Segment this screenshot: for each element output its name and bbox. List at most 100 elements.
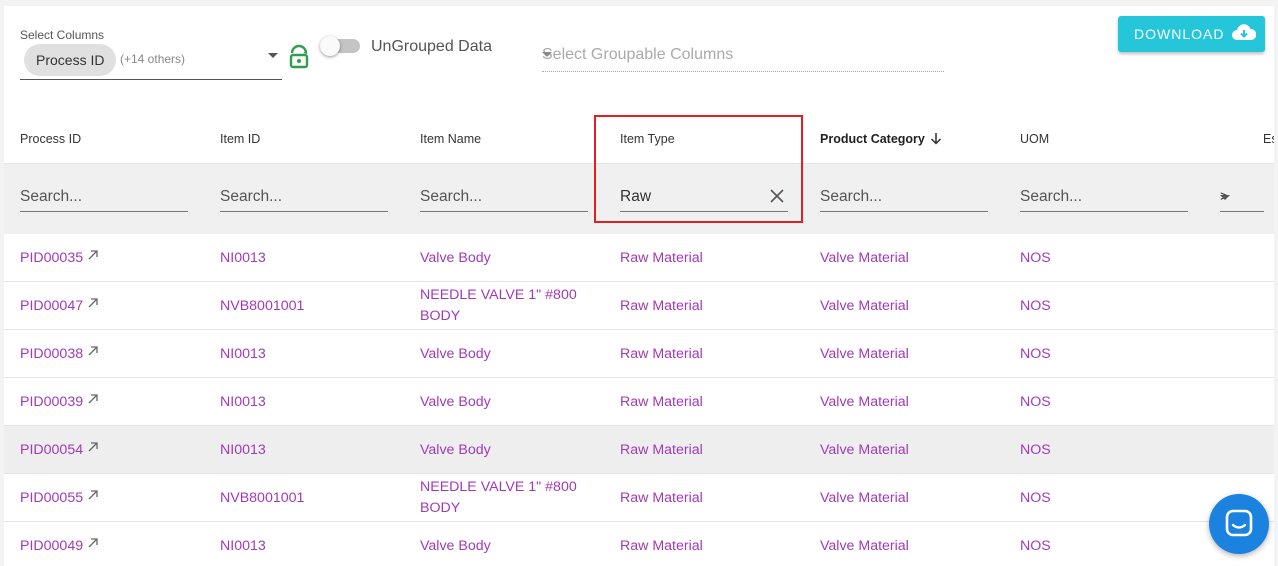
cell-product-category-text: Valve Material bbox=[820, 346, 909, 362]
cell-product-category: Valve Material bbox=[820, 536, 909, 557]
cell-item-name: Valve Body bbox=[420, 344, 491, 365]
cell-process-id-text: PID00055 bbox=[20, 490, 84, 506]
cell-product-category-text: Valve Material bbox=[820, 442, 909, 458]
filter-item-name[interactable] bbox=[420, 184, 588, 212]
download-button[interactable]: DOWNLOAD bbox=[1118, 16, 1265, 52]
cell-process-id-text: PID00054 bbox=[20, 442, 84, 458]
cell-process-id-text: PID00038 bbox=[20, 346, 84, 362]
cell-item-name-text: NEEDLE VALVE 1" #800 BODY bbox=[420, 287, 577, 324]
cell-product-category-text: Valve Material bbox=[820, 250, 909, 266]
search-input[interactable] bbox=[1020, 184, 1188, 210]
open-external-icon[interactable] bbox=[87, 249, 99, 261]
cell-item-id: NVB8001001 bbox=[220, 488, 304, 509]
cell-item-type-text: Raw Material bbox=[620, 394, 703, 410]
cell-item-type: Raw Material bbox=[620, 344, 703, 365]
open-external-icon[interactable] bbox=[87, 537, 99, 549]
cell-item-name: Valve Body bbox=[420, 392, 491, 413]
cell-process-id-text: PID00049 bbox=[20, 538, 84, 554]
open-external-icon[interactable] bbox=[87, 441, 99, 453]
cell-uom: NOS bbox=[1020, 392, 1051, 413]
cell-process-id[interactable]: PID00038 bbox=[20, 344, 99, 365]
table-row[interactable]: PID00054 NI0013 Valve Body Raw Material Valv… bbox=[4, 426, 1274, 474]
header-product-category-label: Product Category bbox=[820, 132, 925, 146]
cell-item-type: Raw Material bbox=[620, 296, 703, 317]
selected-column-chip[interactable]: Process ID bbox=[24, 44, 117, 76]
cell-process-id-text: PID00047 bbox=[20, 298, 84, 314]
arrow-down-icon bbox=[931, 133, 942, 145]
download-label: DOWNLOAD bbox=[1134, 26, 1225, 42]
chevron-down-icon[interactable] bbox=[1220, 195, 1230, 200]
cell-item-name-text: Valve Body bbox=[420, 538, 491, 554]
cell-item-type-text: Raw Material bbox=[620, 346, 703, 362]
filter-uom[interactable] bbox=[1020, 184, 1188, 212]
header-uom[interactable]: UOM bbox=[1020, 132, 1049, 146]
cell-item-type: Raw Material bbox=[620, 392, 703, 413]
cloud-download-icon bbox=[1232, 24, 1256, 40]
search-input[interactable] bbox=[420, 184, 588, 210]
cell-product-category-text: Valve Material bbox=[820, 490, 909, 506]
cell-item-type-text: Raw Material bbox=[620, 298, 703, 314]
header-process-id[interactable]: Process ID bbox=[20, 132, 81, 146]
chat-button[interactable] bbox=[1209, 494, 1269, 554]
ungrouped-data-toggle[interactable] bbox=[320, 36, 360, 56]
cell-item-name: NEEDLE VALVE 1" #800 BODY bbox=[420, 285, 590, 327]
filter-item-id[interactable] bbox=[220, 184, 388, 212]
chevron-down-icon[interactable] bbox=[268, 53, 278, 58]
cell-uom-text: NOS bbox=[1020, 250, 1051, 266]
cell-item-id-text: NI0013 bbox=[220, 538, 266, 554]
unlock-icon[interactable] bbox=[286, 44, 312, 70]
cell-process-id[interactable]: PID00055 bbox=[20, 488, 99, 509]
cell-product-category-text: Valve Material bbox=[820, 394, 909, 410]
table-row[interactable]: PID00055 NVB8001001 NEEDLE VALVE 1" #800 B… bbox=[4, 474, 1274, 522]
open-external-icon[interactable] bbox=[87, 345, 99, 357]
header-es[interactable]: Es bbox=[1263, 132, 1274, 146]
table-row[interactable]: PID00047 NVB8001001 NEEDLE VALVE 1" #800 B… bbox=[4, 282, 1274, 330]
search-input[interactable] bbox=[220, 184, 388, 210]
cell-process-id-text: PID00035 bbox=[20, 250, 84, 266]
open-external-icon[interactable] bbox=[87, 393, 99, 405]
cell-uom: NOS bbox=[1020, 488, 1051, 509]
filter-operator-select[interactable]: > bbox=[1220, 184, 1264, 212]
table-row[interactable]: PID00039 NI0013 Valve Body Raw Material Valv… bbox=[4, 378, 1274, 426]
ungrouped-data-label: UnGrouped Data bbox=[371, 38, 492, 55]
cell-uom-text: NOS bbox=[1020, 346, 1051, 362]
header-product-category[interactable]: Product Category bbox=[820, 132, 942, 146]
table-row[interactable]: PID00038 NI0013 Valve Body Raw Material Valv… bbox=[4, 330, 1274, 378]
filter-process-id[interactable] bbox=[20, 184, 188, 212]
filter-product-category[interactable] bbox=[820, 184, 988, 212]
groupable-columns-select[interactable]: Select Groupable Columns bbox=[542, 40, 944, 72]
chevron-down-icon[interactable] bbox=[542, 52, 552, 57]
cell-item-id: NI0013 bbox=[220, 344, 266, 365]
cell-item-id-text: NVB8001001 bbox=[220, 298, 305, 314]
cell-process-id[interactable]: PID00047 bbox=[20, 296, 99, 317]
cell-item-id-text: NI0013 bbox=[220, 442, 266, 458]
cell-item-id: NI0013 bbox=[220, 392, 266, 413]
header-item-id[interactable]: Item ID bbox=[220, 132, 260, 146]
search-input[interactable] bbox=[820, 184, 988, 210]
cell-item-type-text: Raw Material bbox=[620, 442, 703, 458]
cell-item-type: Raw Material bbox=[620, 440, 703, 461]
cell-item-name: Valve Body bbox=[420, 536, 491, 557]
cell-product-category: Valve Material bbox=[820, 392, 909, 413]
cell-item-id: NI0013 bbox=[220, 536, 266, 557]
cell-product-category: Valve Material bbox=[820, 296, 909, 317]
search-input[interactable] bbox=[20, 184, 188, 210]
open-external-icon[interactable] bbox=[87, 489, 99, 501]
cell-process-id[interactable]: PID00049 bbox=[20, 536, 99, 557]
cell-item-id: NI0013 bbox=[220, 440, 266, 461]
cell-product-category-text: Valve Material bbox=[820, 298, 909, 314]
cell-product-category: Valve Material bbox=[820, 488, 909, 509]
cell-item-id-text: NI0013 bbox=[220, 250, 266, 266]
cell-product-category: Valve Material bbox=[820, 440, 909, 461]
cell-item-type: Raw Material bbox=[620, 536, 703, 557]
select-columns-dropdown[interactable]: Select Columns Process ID (+14 others) bbox=[20, 26, 282, 80]
table-row[interactable]: PID00049 NI0013 Valve Body Raw Material Valv… bbox=[4, 522, 1274, 566]
cell-uom-text: NOS bbox=[1020, 394, 1051, 410]
header-item-name[interactable]: Item Name bbox=[420, 132, 481, 146]
cell-process-id[interactable]: PID00054 bbox=[20, 440, 99, 461]
open-external-icon[interactable] bbox=[87, 297, 99, 309]
cell-uom-text: NOS bbox=[1020, 298, 1051, 314]
cell-process-id[interactable]: PID00035 bbox=[20, 248, 99, 269]
cell-process-id[interactable]: PID00039 bbox=[20, 392, 99, 413]
table-row[interactable]: PID00035 NI0013 Valve Body Raw Material Valv… bbox=[4, 234, 1274, 282]
